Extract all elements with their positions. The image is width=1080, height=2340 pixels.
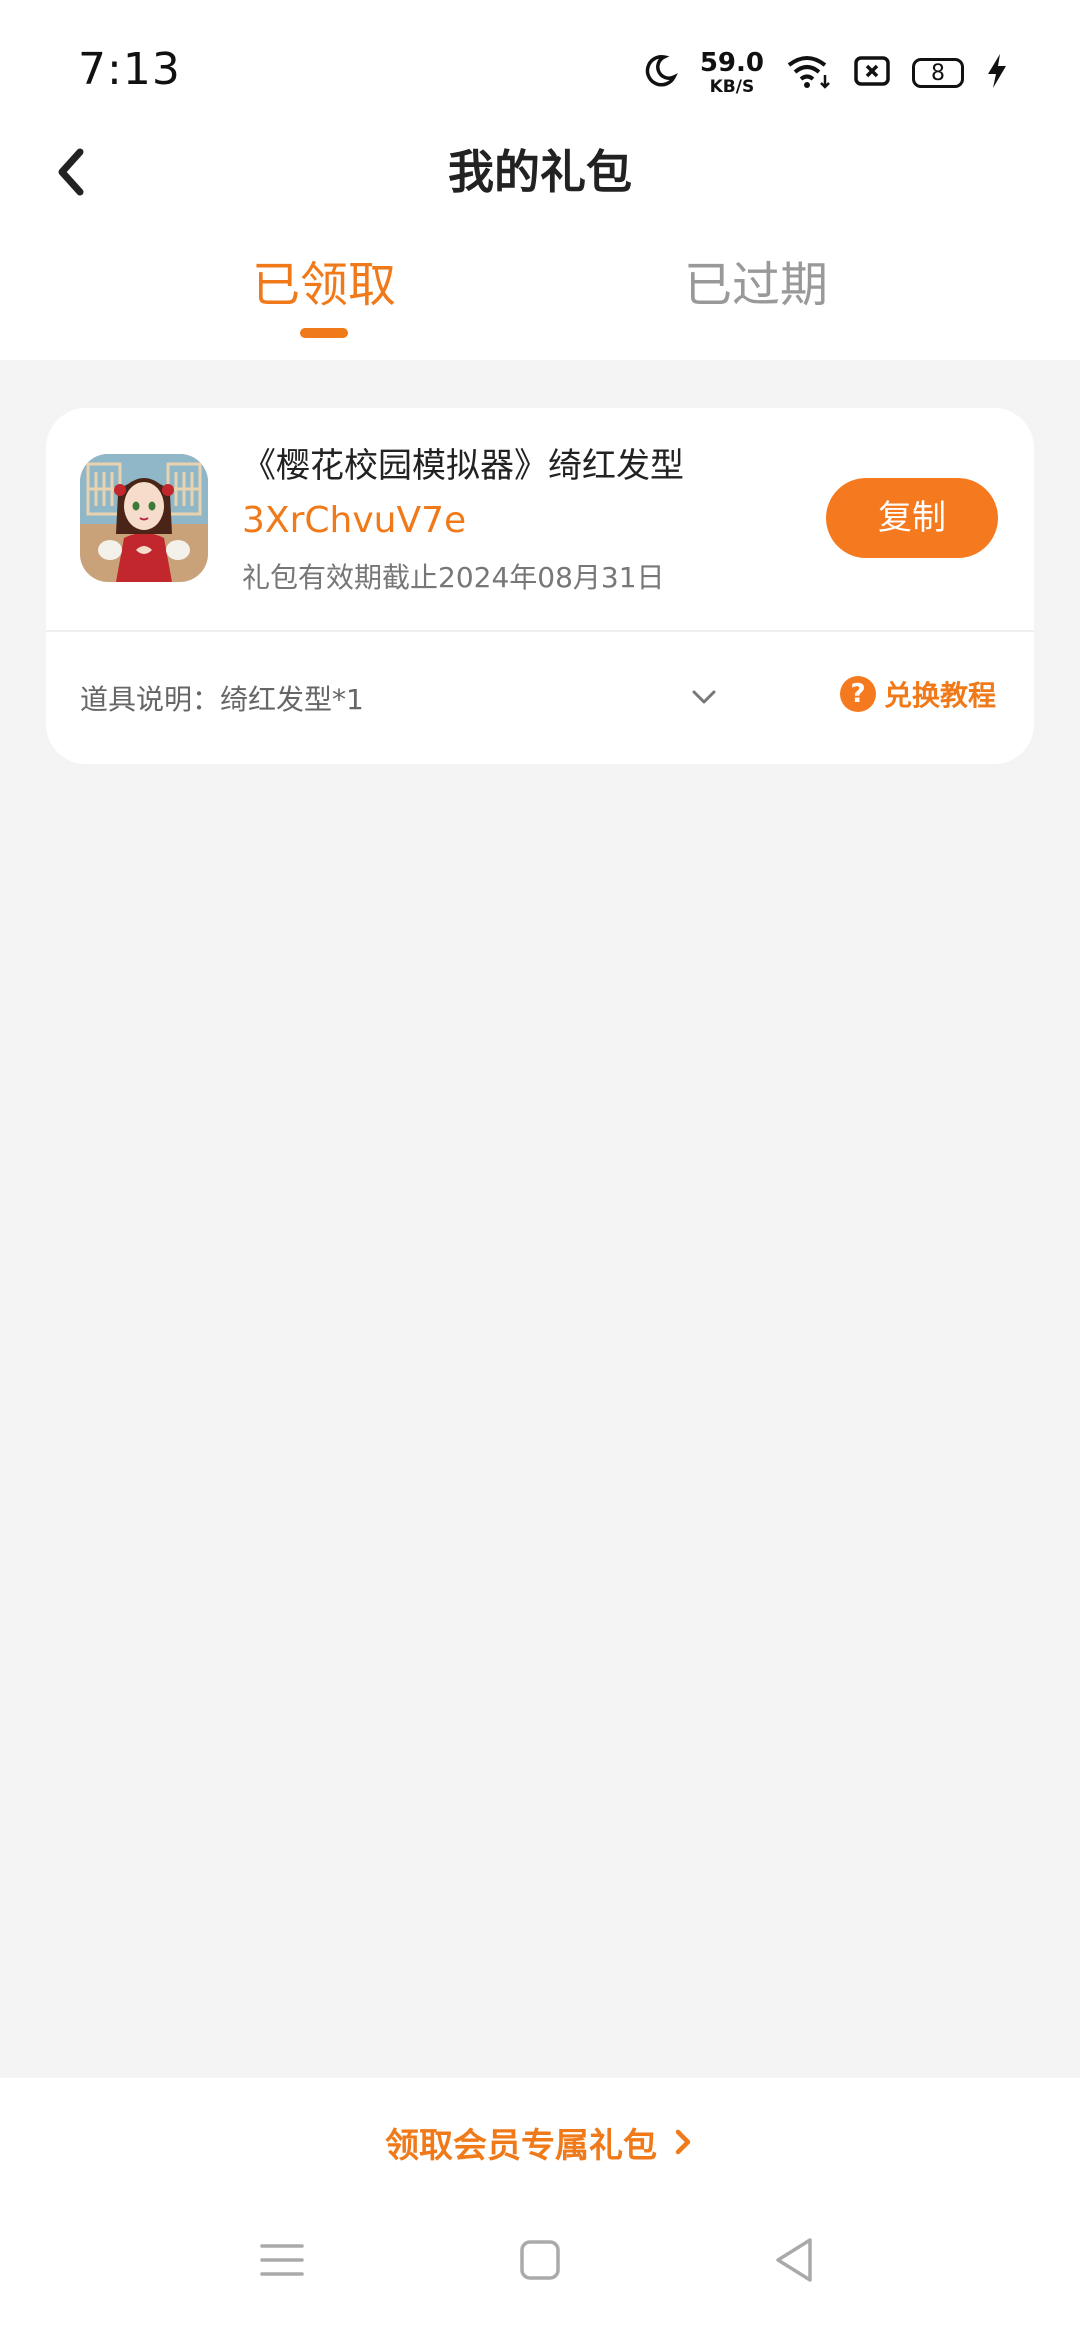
nav-recents-button[interactable] [250, 2228, 314, 2292]
active-tab-indicator [300, 328, 348, 338]
charging-bolt-icon [986, 52, 1008, 94]
network-speed: 59.0 KB/S [700, 50, 764, 96]
gift-expiry: 礼包有效期截止2024年08月31日 [242, 561, 665, 594]
vip-gift-link[interactable]: 领取会员专属礼包 [0, 2112, 1080, 2172]
chevron-down-icon [692, 690, 716, 704]
network-speed-unit: KB/S [709, 77, 755, 97]
nav-back-button[interactable] [762, 2228, 826, 2292]
redeem-tutorial-label: 兑换教程 [884, 679, 997, 712]
item-description: 道具说明：绮红发型*1 [80, 683, 364, 716]
tab-received[interactable]: 已领取 [224, 245, 424, 325]
network-speed-value: 59.0 [699, 48, 764, 78]
system-nav-bar [0, 2208, 1080, 2318]
gift-card: 《樱花校园模拟器》绮红发型 3XrChvuV7e 礼包有效期截止2024年08月… [46, 408, 1034, 764]
status-icons: 59.0 KB/S 8 [642, 48, 1008, 98]
nav-home-button[interactable] [508, 2228, 572, 2292]
status-bar: 7:13 59.0 KB/S 8 [0, 0, 1080, 140]
triangle-back-icon [776, 2238, 812, 2282]
gift-title: 《樱花校园模拟器》绮红发型 [242, 446, 684, 486]
battery-level: 8 [931, 60, 945, 86]
copy-button[interactable]: 复制 [826, 478, 998, 558]
wifi-icon [786, 53, 832, 93]
game-icon [80, 454, 208, 582]
moon-icon [642, 53, 678, 93]
gift-code[interactable]: 3XrChvuV7e [242, 500, 466, 541]
sim-blocked-icon [854, 55, 890, 91]
status-time: 7:13 [78, 44, 181, 95]
app-header: 我的礼包 已领取 已过期 [0, 140, 1080, 360]
vip-gift-label: 领取会员专属礼包 [385, 2125, 657, 2166]
battery-icon: 8 [912, 58, 964, 88]
square-home-icon [520, 2240, 560, 2280]
page-title: 我的礼包 [448, 145, 632, 199]
card-divider [46, 630, 1034, 632]
chevron-right-icon [675, 2129, 691, 2155]
tab-expired[interactable]: 已过期 [656, 245, 856, 325]
question-circle-icon: ? [840, 676, 876, 712]
menu-icon [260, 2244, 304, 2276]
redeem-tutorial-link[interactable]: ? 兑换教程 [840, 674, 996, 714]
expand-toggle[interactable] [682, 676, 726, 716]
